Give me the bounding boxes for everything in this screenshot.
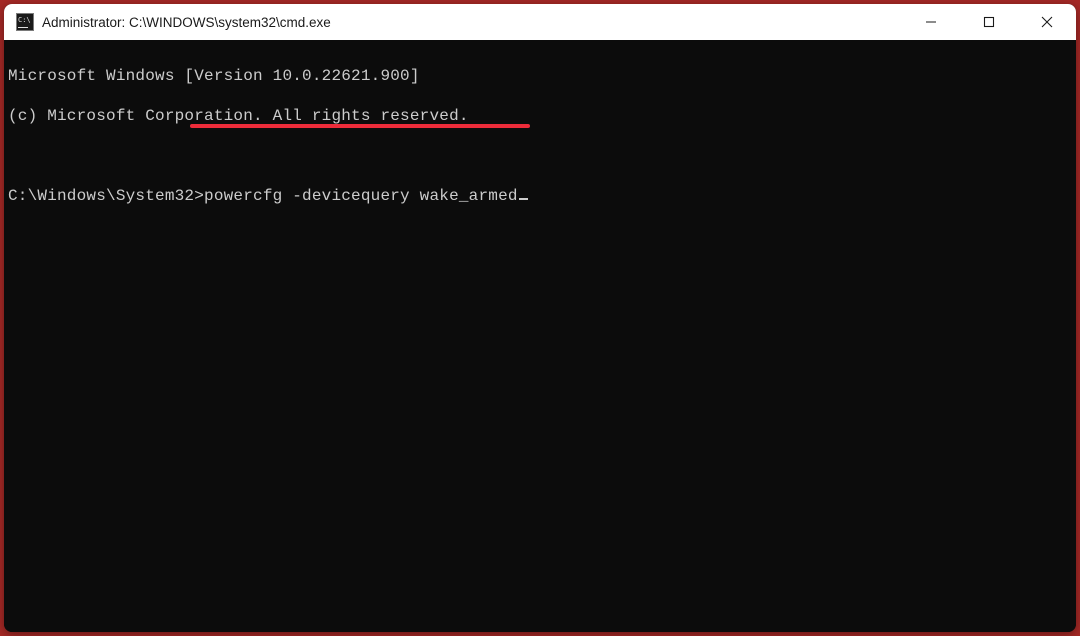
text-cursor	[519, 198, 528, 200]
minimize-icon	[925, 16, 937, 28]
prompt-text: C:\Windows\System32>	[8, 187, 204, 205]
close-button[interactable]	[1018, 4, 1076, 40]
cmd-window: Administrator: C:\WINDOWS\system32\cmd.e…	[4, 4, 1076, 632]
annotation-underline	[190, 124, 530, 128]
terminal-output[interactable]: Microsoft Windows [Version 10.0.22621.90…	[4, 40, 1076, 632]
terminal-line: (c) Microsoft Corporation. All rights re…	[8, 106, 1074, 126]
titlebar[interactable]: Administrator: C:\WINDOWS\system32\cmd.e…	[4, 4, 1076, 40]
minimize-button[interactable]	[902, 4, 960, 40]
cmd-icon	[16, 13, 34, 31]
window-title: Administrator: C:\WINDOWS\system32\cmd.e…	[42, 15, 902, 30]
window-controls	[902, 4, 1076, 40]
prompt-line: C:\Windows\System32>powercfg -devicequer…	[8, 186, 528, 206]
maximize-icon	[983, 16, 995, 28]
terminal-blank-line	[8, 146, 1074, 166]
terminal-line: Microsoft Windows [Version 10.0.22621.90…	[8, 66, 1074, 86]
command-text: powercfg -devicequery wake_armed	[204, 187, 518, 205]
close-icon	[1041, 16, 1053, 28]
maximize-button[interactable]	[960, 4, 1018, 40]
